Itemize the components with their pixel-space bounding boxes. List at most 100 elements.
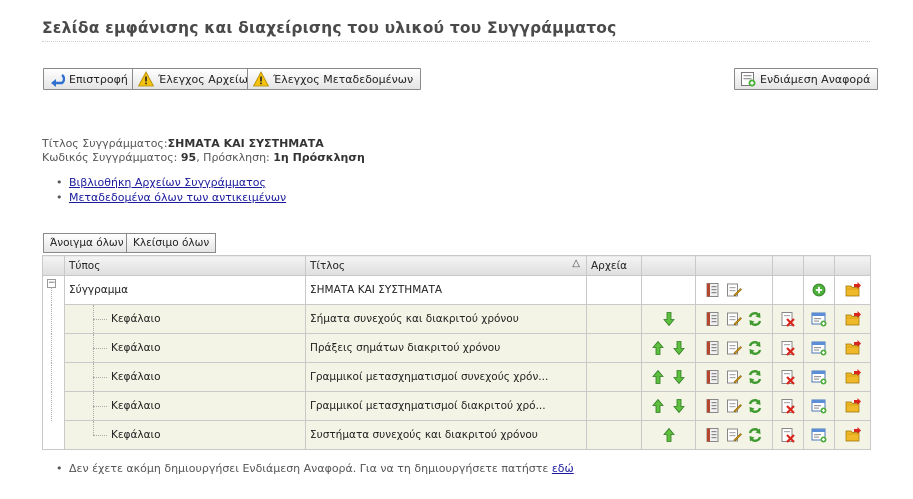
refresh-icon[interactable] [747,427,763,443]
row-title: Πράξεις σημάτων διακριτού χρόνου [305,333,587,363]
book-icon[interactable] [705,427,721,443]
check-metadata-button[interactable]: Έλεγχος Μεταδεδομένων [247,68,422,90]
interim-report-button[interactable]: Ενδιάμεση Αναφορά [734,68,879,90]
book-icon[interactable] [705,369,721,385]
folder-icon[interactable] [845,427,861,443]
files-cell [586,304,642,334]
actions-cell [695,420,773,450]
add-circle-icon[interactable] [811,282,827,298]
expander-cell: − [42,275,65,305]
book-icon[interactable] [705,398,721,414]
add-cell [803,391,835,421]
book-icon[interactable] [705,282,721,298]
move-up-icon[interactable] [661,427,677,443]
table-row[interactable]: − Σύγγραμμα ΣΗΜΑΤΑ ΚΑΙ ΣΥΣΤΗΜΑΤΑ [42,275,871,305]
row-type: Κεφάλαιο [111,313,161,325]
delete-icon[interactable] [780,427,796,443]
edit-icon[interactable] [726,427,742,443]
files-cell [586,275,642,305]
add-window-icon[interactable] [811,427,827,443]
refresh-icon[interactable] [747,369,763,385]
add-window-icon[interactable] [811,311,827,327]
files-library-link[interactable]: Βιβλιοθήκη Αρχείων Συγγράμματος [69,176,266,189]
table-row[interactable]: Κεφάλαιο Σήματα συνεχούς και διακριτού χ… [42,304,871,334]
book-icon[interactable] [705,311,721,327]
folder-icon[interactable] [845,340,861,356]
report-notice-text: Δεν έχετε ακόμη δημιουργήσει Ενδιάμεση Α… [69,462,552,475]
folder-icon[interactable] [845,282,861,298]
edit-icon[interactable] [726,369,742,385]
move-cell [641,304,696,334]
book-icon[interactable] [705,340,721,356]
refresh-icon[interactable] [747,398,763,414]
delete-cell [772,333,804,363]
type-column-header[interactable]: Τύπος [64,255,306,276]
folder-cell [834,333,871,363]
folder-cell [834,420,871,450]
list-item: Βιβλιοθήκη Αρχείων Συγγράμματος [56,175,286,190]
files-column-header[interactable]: Αρχεία [586,255,642,276]
title-divider [42,41,870,42]
row-title: Σήματα συνεχούς και διακριτού χρόνου [305,304,587,334]
expander-cell [42,362,65,392]
delete-icon[interactable] [780,340,796,356]
folder-icon[interactable] [845,369,861,385]
type-cell: Κεφάλαιο [64,391,306,421]
sort-ascending-icon: △ [572,258,580,269]
delete-cell [772,304,804,334]
check-files-button[interactable]: Έλεγχος Αρχείων [132,68,263,90]
move-cell [641,391,696,421]
files-cell [586,362,642,392]
back-button[interactable]: Επιστροφή [43,68,136,90]
folder-icon[interactable] [845,311,861,327]
refresh-icon[interactable] [747,311,763,327]
delete-icon[interactable] [780,369,796,385]
book-info: Τίτλος Συγγράμματος:ΣΗΜΑΤΑ ΚΑΙ ΣΥΣΤΗΜΑΤΑ… [42,137,365,164]
row-title: Συστήματα συνεχούς και διακριτού χρόνου [305,420,587,450]
row-title: Γραμμικοί μετασχηματισμοί διακριτού χρό.… [305,391,587,421]
metadata-link[interactable]: Μεταδεδομένα όλων των αντικειμένων [69,191,286,204]
delete-cell [772,275,804,305]
move-column-header [641,255,696,276]
title-column-header[interactable]: Τίτλος △ [305,255,587,276]
edit-icon[interactable] [726,282,742,298]
move-cell [641,362,696,392]
content-tree-grid: Τύπος Τίτλος △ Αρχεία − Σύγγραμμα ΣΗΜΑΤΑ… [42,255,871,450]
move-up-icon[interactable] [650,369,666,385]
edit-icon[interactable] [726,398,742,414]
move-down-icon[interactable] [671,340,687,356]
actions-column-header [695,255,773,276]
create-report-link[interactable]: εδώ [552,462,574,475]
expander-cell [42,304,65,334]
add-window-icon[interactable] [811,369,827,385]
add-window-icon[interactable] [811,398,827,414]
edit-icon[interactable] [726,340,742,356]
move-down-icon[interactable] [661,311,677,327]
delete-icon[interactable] [780,398,796,414]
collapse-toggle-icon[interactable]: − [47,279,56,288]
table-row[interactable]: Κεφάλαιο Συστήματα συνεχούς και διακριτο… [42,420,871,450]
move-cell [641,275,696,305]
add-window-icon[interactable] [811,340,827,356]
table-header-row: Τύπος Τίτλος △ Αρχεία [42,255,871,276]
expand-all-button[interactable]: Άνοιγμα όλων [43,233,131,253]
move-down-icon[interactable] [671,369,687,385]
refresh-icon[interactable] [747,340,763,356]
folder-cell [834,362,871,392]
move-up-icon[interactable] [650,340,666,356]
row-type: Κεφάλαιο [111,429,161,441]
folder-icon[interactable] [845,398,861,414]
table-row[interactable]: Κεφάλαιο Πράξεις σημάτων διακριτού χρόνο… [42,333,871,363]
type-cell: Κεφάλαιο [64,304,306,334]
row-type: Κεφάλαιο [111,342,161,354]
move-up-icon[interactable] [650,398,666,414]
call-label: , Πρόσκληση: [196,150,270,164]
collapse-all-button[interactable]: Κλείσιμο όλων [126,233,217,253]
row-type: Κεφάλαιο [111,371,161,383]
move-down-icon[interactable] [671,398,687,414]
delete-icon[interactable] [780,311,796,327]
row-type: Σύγγραμμα [69,284,129,296]
table-row[interactable]: Κεφάλαιο Γραμμικοί μετασχηματισμοί διακρ… [42,391,871,421]
edit-icon[interactable] [726,311,742,327]
table-row[interactable]: Κεφάλαιο Γραμμικοί μετασχηματισμοί συνεχ… [42,362,871,392]
